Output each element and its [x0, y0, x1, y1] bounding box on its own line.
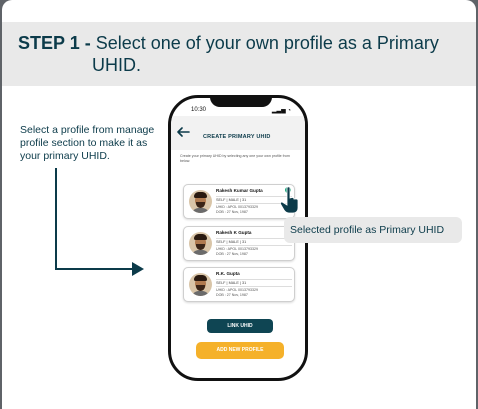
tutorial-card: STEP 1 - Select one of your own profile … [2, 0, 476, 409]
profile-uhid: UHID : APOL 0013793329 [216, 288, 259, 292]
app-description: Create your primary UHID by selecting an… [180, 154, 290, 163]
back-arrow-icon[interactable] [176, 127, 190, 137]
instruction-text: Select a profile from manage profile sec… [20, 124, 155, 162]
profile-dob: DOB : 27 Nov, 1987 [216, 293, 248, 297]
hand-pointer-icon [279, 186, 299, 214]
step-title: STEP 1 - Select one of your own profile … [18, 32, 458, 76]
add-new-profile-button[interactable]: ADD NEW PROFILE [196, 342, 284, 359]
app-title: CREATE PRIMARY UHID [203, 134, 271, 140]
profile-name: Rakesh K Gupta [216, 230, 252, 235]
profile-meta: SELF | MALE | 31 [216, 279, 292, 287]
status-icons: ▂▃▅ ◔ [271, 108, 291, 114]
profile-dob: DOB : 27 Nov, 1987 [216, 210, 248, 214]
pointer-arrow-line-horizontal [55, 268, 135, 270]
step-title-line2: UHID. [92, 55, 141, 75]
app-header [171, 116, 305, 150]
pointer-arrow-line [55, 168, 57, 270]
avatar [189, 190, 212, 213]
arrow-right-icon [132, 262, 144, 276]
profile-uhid: UHID : APOL 0013793329 [216, 205, 259, 209]
profile-name: Rakesh Kumar Gupta [216, 188, 263, 193]
profile-name: R.K. Gupta [216, 271, 240, 276]
profile-meta: SELF | MALE | 31 [216, 238, 292, 246]
link-uhid-button[interactable]: LINK UHID [207, 319, 273, 333]
profile-card[interactable]: R.K. Gupta SELF | MALE | 31 UHID : APOL … [183, 267, 295, 302]
phone-notch [210, 98, 272, 107]
status-time: 10:30 [191, 107, 207, 113]
step-banner: STEP 1 - Select one of your own profile … [2, 22, 476, 86]
step-prefix: STEP 1 - [18, 33, 91, 53]
profile-card[interactable]: Rakesh K Gupta SELF | MALE | 31 UHID : A… [183, 226, 295, 261]
profile-dob: DOB : 27 Nov, 1987 [216, 252, 248, 256]
avatar [189, 232, 212, 255]
step-title-line1: Select one of your own profile as a Prim… [95, 33, 439, 53]
avatar [189, 273, 212, 296]
selected-profile-tooltip: Selected profile as Primary UHID [284, 217, 462, 243]
profile-uhid: UHID : APOL 0013793329 [216, 247, 259, 251]
